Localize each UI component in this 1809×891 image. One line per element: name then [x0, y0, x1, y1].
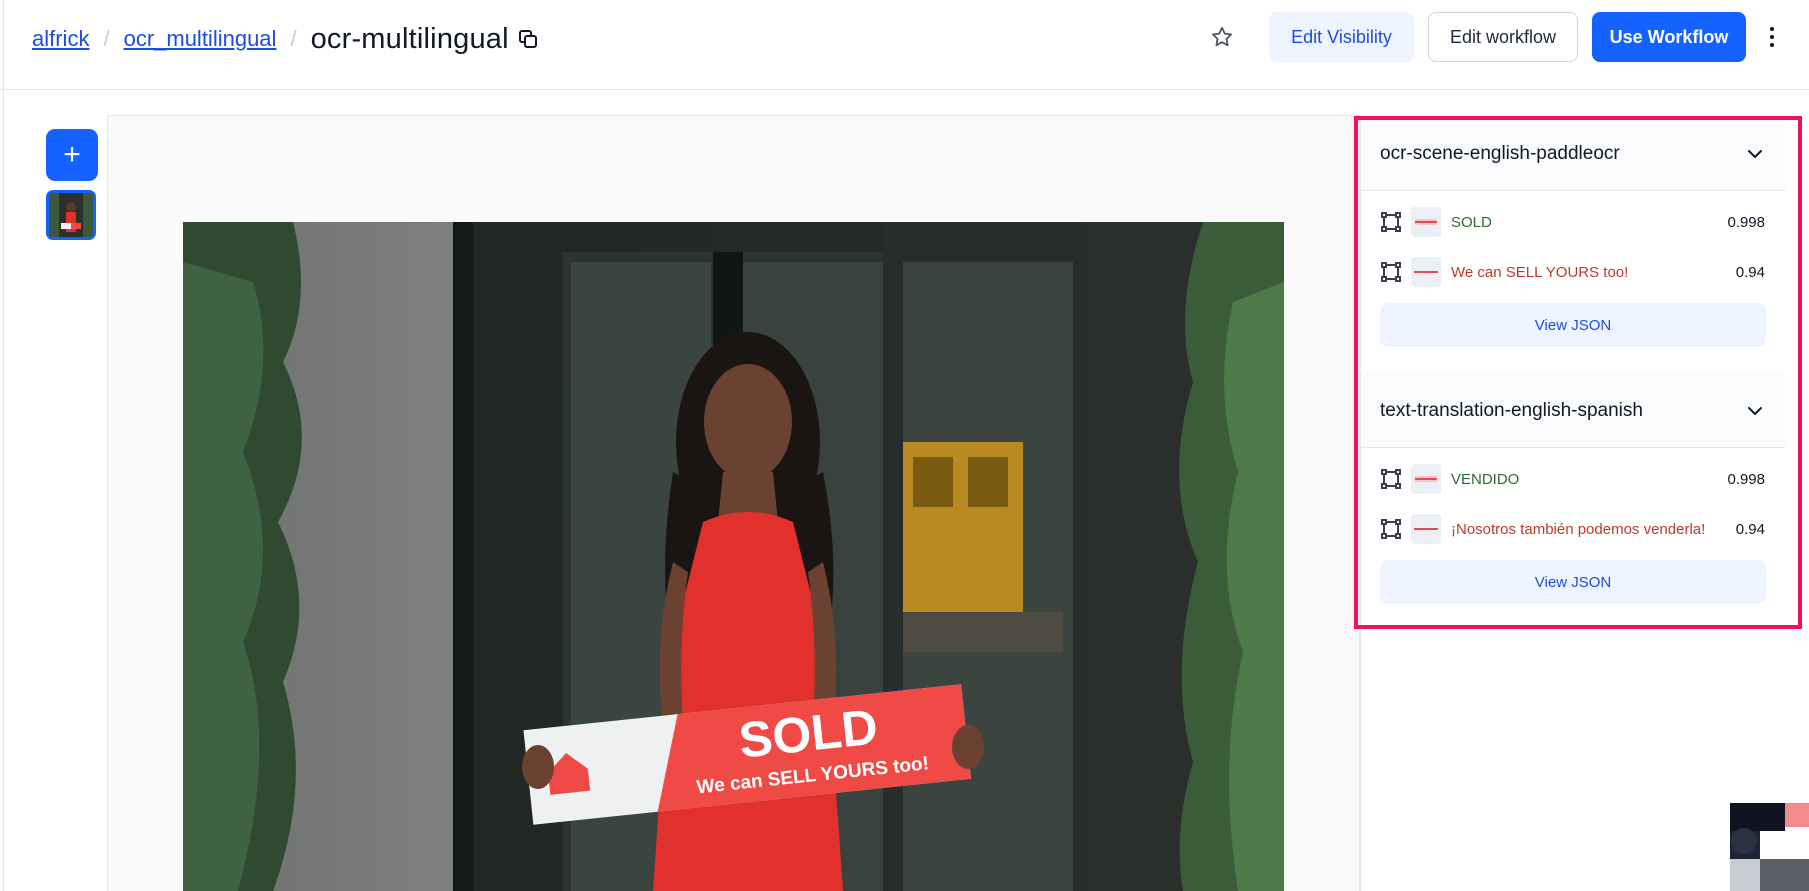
star-button[interactable] [1205, 20, 1239, 54]
page-title: ocr-multilingual [310, 22, 509, 55]
copy-icon[interactable] [517, 28, 539, 50]
breadcrumb-user-link[interactable]: alfrick [32, 26, 89, 52]
more-vertical-icon[interactable] [1764, 20, 1780, 54]
star-icon [1212, 26, 1232, 47]
breadcrumb-separator: / [290, 26, 297, 51]
use-workflow-button[interactable]: Use Workflow [1592, 12, 1746, 62]
floating-widget[interactable] [1730, 803, 1809, 891]
highlight-annotation-box [1354, 116, 1802, 629]
left-edge-divider [0, 0, 4, 891]
add-input-button[interactable]: + [46, 129, 98, 181]
edit-visibility-button[interactable]: Edit Visibility [1269, 12, 1414, 62]
input-image: SOLD We can SELL YOURS too! [183, 222, 1284, 891]
breadcrumb: alfrick / ocr_multilingual / ocr-multili… [32, 20, 539, 58]
breadcrumb-separator: / [103, 26, 110, 51]
edit-workflow-button[interactable]: Edit workflow [1428, 12, 1578, 62]
breadcrumb-app-link[interactable]: ocr_multilingual [124, 26, 277, 52]
input-thumbnail[interactable] [46, 190, 96, 240]
